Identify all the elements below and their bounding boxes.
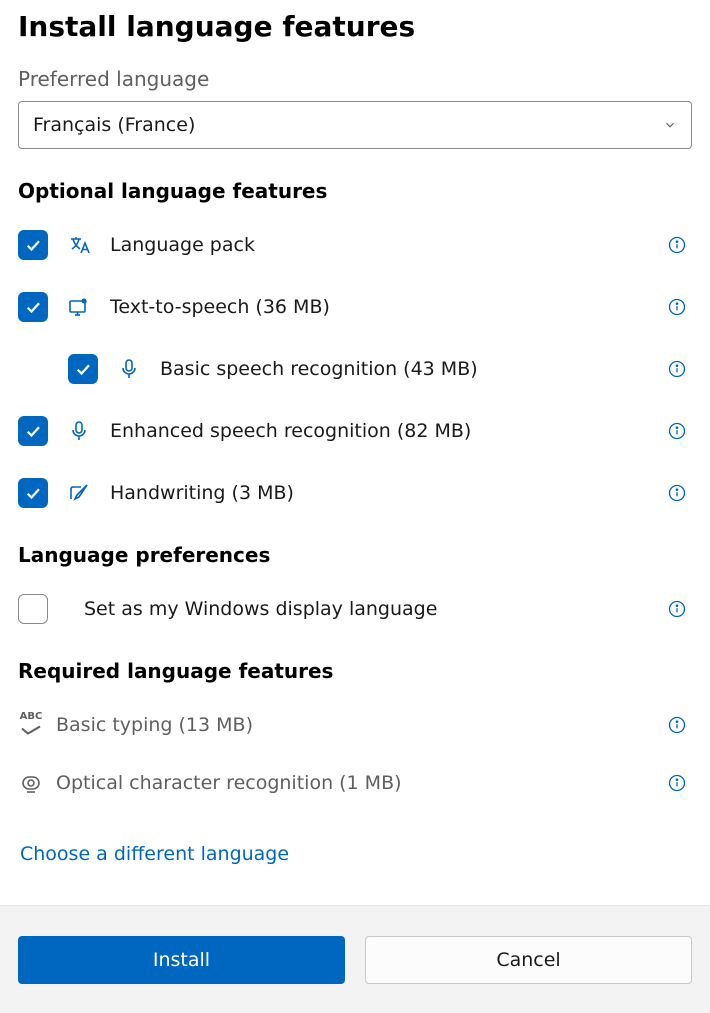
label-language-pack: Language pack	[110, 234, 648, 256]
label-basic-speech: Basic speech recognition (43 MB)	[160, 358, 648, 380]
option-tts: Text-to-speech (36 MB)	[18, 283, 692, 331]
checkbox-tts[interactable]	[18, 292, 48, 322]
option-basic-speech: Basic speech recognition (43 MB)	[18, 345, 692, 393]
info-icon[interactable]	[666, 420, 688, 442]
label-enhanced-speech: Enhanced speech recognition (82 MB)	[110, 420, 648, 442]
tts-icon	[66, 294, 92, 320]
option-enhanced-speech: Enhanced speech recognition (82 MB)	[18, 407, 692, 455]
preferred-language-value: Français (France)	[33, 114, 195, 136]
option-display-language: Set as my Windows display language	[18, 585, 692, 633]
preferred-language-label: Preferred language	[18, 67, 692, 91]
info-icon[interactable]	[666, 358, 688, 380]
microphone-icon	[66, 418, 92, 444]
page-title: Install language features	[18, 10, 692, 43]
info-icon[interactable]	[666, 714, 688, 736]
footer: Install Cancel	[0, 905, 710, 1013]
typing-icon: ABC	[18, 712, 44, 738]
install-button[interactable]: Install	[18, 936, 345, 984]
option-handwriting: Handwriting (3 MB)	[18, 469, 692, 517]
choose-different-language-link[interactable]: Choose a different language	[18, 843, 692, 865]
required-basic-typing: ABC Basic typing (13 MB)	[18, 701, 692, 749]
checkbox-handwriting[interactable]	[18, 478, 48, 508]
info-icon[interactable]	[666, 296, 688, 318]
info-icon[interactable]	[666, 598, 688, 620]
cancel-button[interactable]: Cancel	[365, 936, 692, 984]
info-icon[interactable]	[666, 772, 688, 794]
chevron-down-icon	[663, 118, 677, 132]
info-icon[interactable]	[666, 234, 688, 256]
required-features-heading: Required language features	[18, 659, 692, 683]
info-icon[interactable]	[666, 482, 688, 504]
label-display-language: Set as my Windows display language	[84, 598, 648, 620]
label-tts: Text-to-speech (36 MB)	[110, 296, 648, 318]
optional-features-heading: Optional language features	[18, 179, 692, 203]
option-language-pack: Language pack	[18, 221, 692, 269]
language-pack-icon	[66, 232, 92, 258]
label-handwriting: Handwriting (3 MB)	[110, 482, 648, 504]
label-basic-typing: Basic typing (13 MB)	[56, 714, 652, 736]
ocr-icon	[18, 770, 44, 796]
language-preferences-heading: Language preferences	[18, 543, 692, 567]
label-ocr: Optical character recognition (1 MB)	[56, 772, 652, 794]
checkbox-enhanced-speech[interactable]	[18, 416, 48, 446]
checkbox-language-pack[interactable]	[18, 230, 48, 260]
microphone-icon	[116, 356, 142, 382]
handwriting-icon	[66, 480, 92, 506]
checkbox-basic-speech[interactable]	[68, 354, 98, 384]
preferred-language-dropdown[interactable]: Français (France)	[18, 101, 692, 149]
required-ocr: Optical character recognition (1 MB)	[18, 759, 692, 807]
checkbox-display-language[interactable]	[18, 594, 48, 624]
